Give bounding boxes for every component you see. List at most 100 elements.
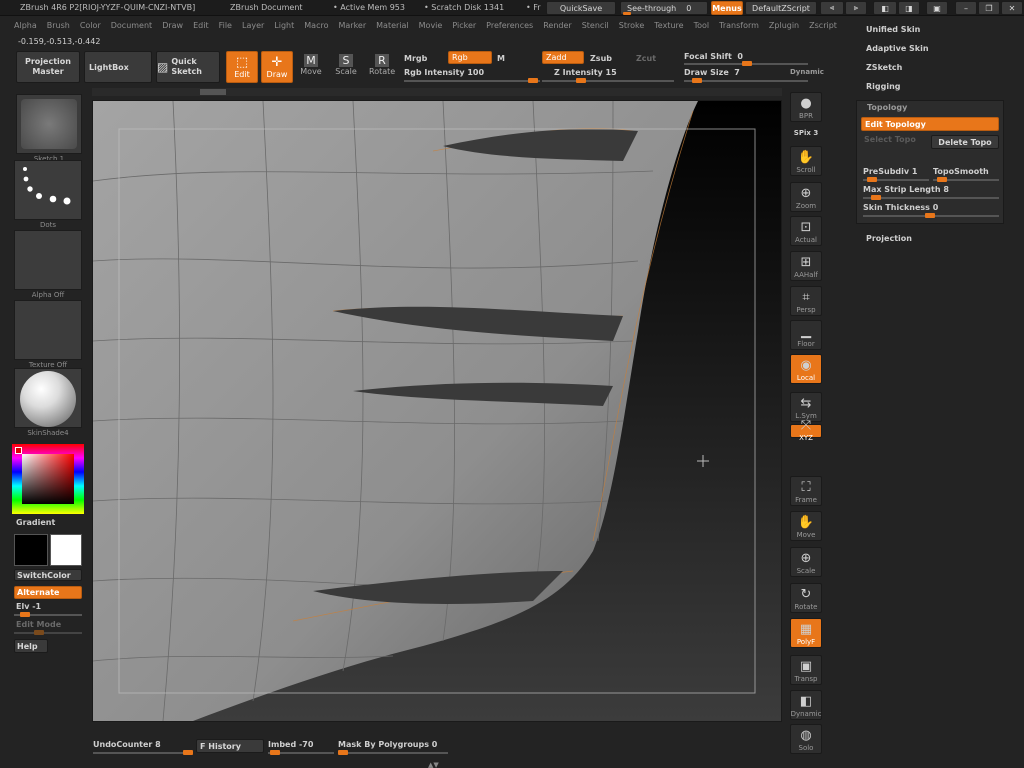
undo-counter-slider[interactable]: UndoCounter 8 [93,740,193,755]
dynamic-button[interactable]: ◧ Dynamic [790,690,822,720]
menu-color[interactable]: Color [80,21,101,30]
tray-right-icon[interactable]: ⫸ [845,1,867,15]
quicksave-button[interactable]: QuickSave [546,1,616,15]
color-picker[interactable] [12,444,84,514]
persp-button[interactable]: ⌗ Persp [790,286,822,316]
scale-button[interactable]: ⊕ Scale [790,547,822,577]
menu-stencil[interactable]: Stencil [582,21,609,30]
xyz-button[interactable]: ⤧ XYZ [790,419,822,442]
rigging-item[interactable]: Rigging [866,82,901,91]
close-icon[interactable]: ✕ [1001,1,1023,15]
unified-skin-item[interactable]: Unified Skin [866,25,920,34]
menu-edit[interactable]: Edit [193,21,209,30]
local-button[interactable]: ◉ Local [790,354,822,384]
menus-button[interactable]: Menus [711,1,743,15]
move-button[interactable]: M Move [299,54,323,82]
actual-button[interactable]: ⊡ Actual [790,216,822,246]
solo-button[interactable]: ◍ Solo [790,724,822,754]
m-toggle[interactable]: M [497,54,505,63]
gradient-label[interactable]: Gradient [16,518,55,527]
elv-slider[interactable]: Elv -1 [14,602,82,617]
transp-button[interactable]: ▣ Transp [790,655,822,685]
alternate-button[interactable]: Alternate [14,586,82,599]
help-button[interactable]: Help [14,639,48,653]
skin-thickness-slider[interactable]: Skin Thickness 0 [863,203,999,218]
edit-mode-slider[interactable]: Edit Mode [14,620,82,635]
bottom-scroll-icon[interactable]: ▲▼ [428,761,446,768]
edit-topology-button[interactable]: Edit Topology [861,117,999,131]
menu-transform[interactable]: Transform [719,21,759,30]
spix-3-button[interactable]: SPix 3 [790,126,822,140]
menu-alpha[interactable]: Alpha [14,21,37,30]
canvas[interactable] [92,100,782,722]
rotate-button[interactable]: R Rotate [369,54,395,82]
stroke-thumbnail[interactable]: Sketch 1 [16,94,82,163]
quick-sketch-button[interactable]: ▨ Quick Sketch [156,51,220,83]
undo-counter-knob[interactable] [183,750,193,755]
max-strip-length-knob[interactable] [871,195,881,200]
edit-mode-knob[interactable] [34,630,44,635]
move-button[interactable]: ✋ Move [790,511,822,541]
switch-color-button[interactable]: SwitchColor [14,569,82,581]
frame-button[interactable]: ⛶ Frame [790,476,822,506]
edit-button[interactable]: ⬚ Edit [226,51,258,83]
toposmooth-knob[interactable] [937,177,947,182]
layout-right-icon[interactable]: ◨ [898,1,920,15]
alpha-dots-thumbnail[interactable]: Dots [14,160,82,229]
mask-by-polygroups-knob[interactable] [338,750,348,755]
menu-file[interactable]: File [219,21,232,30]
draw-button[interactable]: ✛ Draw [261,51,293,83]
imbed-knob[interactable] [270,750,280,755]
menu-picker[interactable]: Picker [452,21,476,30]
secondary-color-swatch[interactable] [50,534,82,566]
minimize-icon[interactable]: – [955,1,977,15]
lock-icon[interactable]: ▣ [926,1,948,15]
mrgb-toggle[interactable]: Mrgb [404,54,427,63]
polyf-button[interactable]: ▦ PolyF [790,618,822,648]
menu-marker[interactable]: Marker [338,21,366,30]
menu-movie[interactable]: Movie [419,21,443,30]
zadd-toggle[interactable]: Zadd [542,51,584,64]
select-topo-button[interactable]: Select Topo [861,135,929,149]
toposmooth-slider[interactable]: TopoSmooth [933,167,999,182]
max-strip-length-slider[interactable]: Max Strip Length 8 [863,185,999,200]
material-thumbnail[interactable]: SkinShade4 [14,368,82,437]
draw-size-knob[interactable] [692,78,702,83]
menu-zscript[interactable]: Zscript [809,21,837,30]
menu-macro[interactable]: Macro [304,21,328,30]
z-intensity-knob[interactable] [576,78,586,83]
zcut-toggle[interactable]: Zcut [636,54,656,63]
floor-button[interactable]: ▁ Floor [790,320,822,350]
projection-master-button[interactable]: Projection Master [16,51,80,83]
imbed-slider[interactable]: Imbed -70 [268,740,334,755]
scroll-button[interactable]: ✋ Scroll [790,146,822,176]
dynamic-toggle[interactable]: Dynamic [790,68,824,76]
aahalf-button[interactable]: ⊞ AAHalf [790,251,822,281]
focal-shift-knob[interactable] [742,61,752,66]
mesh-viewport[interactable] [93,101,782,722]
rotate-button[interactable]: ↻ Rotate [790,583,822,613]
menu-light[interactable]: Light [274,21,294,30]
bpr-button[interactable]: ● BPR [790,92,822,122]
menu-stroke[interactable]: Stroke [619,21,645,30]
see-through-slider[interactable]: See-through 0 [620,1,708,15]
tray-left-icon[interactable]: ⫷ [820,1,844,15]
presubdiv-knob[interactable] [867,177,877,182]
rgb-toggle[interactable]: Rgb [448,51,492,64]
menu-material[interactable]: Material [376,21,409,30]
adaptive-skin-item[interactable]: Adaptive Skin [866,44,929,53]
mask-by-polygroups-slider[interactable]: Mask By Polygroups 0 [338,740,448,755]
zsketch-item[interactable]: ZSketch [866,63,902,72]
canvas-scroll-thumb[interactable] [200,89,226,95]
alpha-thumbnail[interactable]: Alpha Off [14,230,82,299]
layout-left-icon[interactable]: ◧ [873,1,897,15]
see-through-knob[interactable] [623,12,631,15]
skin-thickness-knob[interactable] [925,213,935,218]
canvas-scrollbar[interactable] [92,88,782,96]
menu-layer[interactable]: Layer [242,21,264,30]
presubdiv-slider[interactable]: PreSubdiv 1 [863,167,929,182]
scale-button[interactable]: S Scale [334,54,358,82]
default-zscript-button[interactable]: DefaultZScript [745,1,817,15]
menu-preferences[interactable]: Preferences [486,21,533,30]
f-history-button[interactable]: F History [196,739,264,753]
